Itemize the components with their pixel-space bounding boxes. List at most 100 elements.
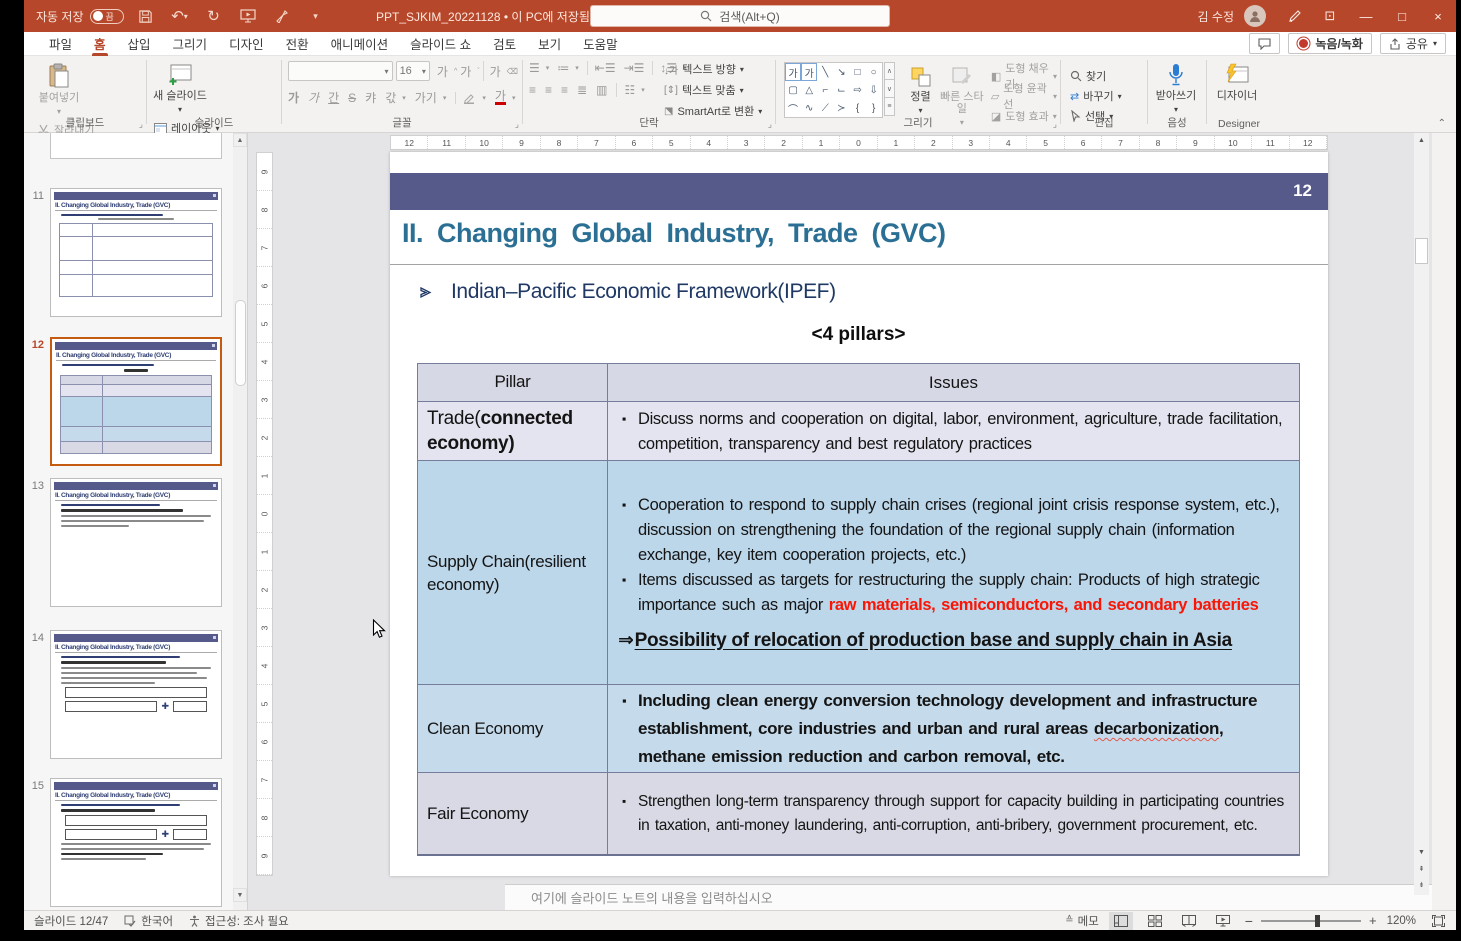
search-input[interactable]: 검색(Alt+Q) bbox=[590, 5, 890, 27]
paragraph-dialog-launcher[interactable]: ⌟ bbox=[768, 119, 772, 130]
table-row-1[interactable]: Supply Chain(resilient economy)Cooperati… bbox=[418, 460, 1299, 684]
shape-gallery-up[interactable]: ∧ bbox=[884, 62, 895, 80]
ribbon-tab-5[interactable]: 전환 bbox=[275, 32, 320, 56]
qat-customize-icon[interactable]: ▾ bbox=[304, 4, 328, 28]
slide-canvas[interactable]: 12 II. Changing Global Industry, Trade (… bbox=[390, 152, 1328, 876]
thumbnail-preview[interactable]: II. Changing Global Industry, Trade (GVC… bbox=[50, 778, 222, 907]
redo-icon[interactable]: ↻ bbox=[202, 4, 226, 28]
align-text-button[interactable]: [⇕]텍스트 맞춤▾ bbox=[661, 81, 765, 99]
clipboard-dialog-launcher[interactable]: ⌟ bbox=[139, 119, 143, 130]
italic-button[interactable]: 가 bbox=[308, 89, 319, 106]
ribbon-tab-1[interactable]: 홈 bbox=[83, 32, 117, 56]
paste-button[interactable]: 붙여넣기▾ bbox=[32, 59, 86, 116]
shape-gallery-item-7[interactable]: △ bbox=[801, 81, 817, 99]
shape-gallery-item-1[interactable]: 가 bbox=[801, 63, 817, 81]
maximize-button[interactable]: □ bbox=[1384, 0, 1420, 32]
scroll-up-button[interactable]: ▲ bbox=[1414, 133, 1429, 148]
normal-view-button[interactable] bbox=[1109, 912, 1133, 930]
font-color-button[interactable]: 가▾ bbox=[495, 91, 516, 105]
autosave-toggle[interactable]: 자동 저장 끔 bbox=[36, 8, 124, 25]
fit-to-window-button[interactable] bbox=[1426, 912, 1450, 930]
decrease-indent-button[interactable]: ⇤☰ bbox=[587, 61, 616, 75]
replace-button[interactable]: ⇄ 바꾸기▾ bbox=[1067, 87, 1125, 105]
underline-button[interactable]: 간 bbox=[328, 89, 339, 106]
ribbon-tab-4[interactable]: 디자인 bbox=[218, 32, 275, 56]
zoom-slider[interactable]: − + bbox=[1245, 913, 1377, 929]
zoom-level[interactable]: 120% bbox=[1387, 915, 1416, 927]
ribbon-tab-10[interactable]: 도움말 bbox=[572, 32, 629, 56]
thumbnail-preview[interactable]: II. Changing Global Industry, Trade (GVC… bbox=[50, 478, 222, 607]
pen-icon[interactable] bbox=[1276, 0, 1312, 32]
slide-header-bar[interactable]: 12 bbox=[390, 173, 1328, 210]
slide-indicator[interactable]: 슬라이드 12/47 bbox=[34, 913, 108, 929]
shape-gallery-item-3[interactable]: ↘ bbox=[833, 63, 849, 81]
user-name[interactable]: 김 수정 bbox=[1198, 8, 1234, 25]
align-left-button[interactable]: ≡ bbox=[529, 83, 536, 97]
notes-toggle-button[interactable]: ≙ 메모 bbox=[1065, 913, 1099, 929]
table-row-2[interactable]: Clean EconomyIncluding clean energy conv… bbox=[418, 684, 1299, 772]
thumbnail-scroll-thumb[interactable] bbox=[235, 300, 246, 386]
shape-gallery-item-0[interactable]: 가 bbox=[785, 63, 801, 81]
comment-button[interactable] bbox=[1249, 33, 1280, 54]
zoom-slider-thumb[interactable] bbox=[1315, 915, 1320, 927]
share-button[interactable]: 공유 ▾ bbox=[1380, 33, 1446, 54]
strikethrough-button[interactable]: S bbox=[348, 91, 356, 105]
thumbnail-scroll-down[interactable]: ▼ bbox=[233, 888, 247, 902]
shape-gallery-item-5[interactable]: ○ bbox=[866, 63, 882, 81]
format-painter-icon[interactable] bbox=[270, 4, 294, 28]
ribbon-tab-7[interactable]: 슬라이드 쇼 bbox=[399, 32, 482, 56]
dictate-button[interactable]: 받아쓰기▾ bbox=[1148, 59, 1204, 114]
text-shadow-button[interactable]: 캬 bbox=[365, 89, 376, 106]
bold-button[interactable]: 가 bbox=[288, 89, 299, 106]
document-title[interactable]: PPT_SJKIM_20221128 • 이 PC에 저장됨 ▾ bbox=[376, 0, 600, 32]
table-row-3[interactable]: Fair EconomyStrengthen long-term transpa… bbox=[418, 772, 1299, 854]
designer-button[interactable]: 디자이너 bbox=[1207, 59, 1267, 102]
text-direction-button[interactable]: ↓가텍스트 방향▾ bbox=[661, 60, 765, 78]
ribbon-tab-3[interactable]: 그리기 bbox=[162, 32, 219, 56]
minimize-button[interactable]: — bbox=[1348, 0, 1384, 32]
notes-pane[interactable]: 여기에 슬라이드 노트의 내용을 입력하십시오 bbox=[505, 884, 1432, 910]
scroll-thumb[interactable] bbox=[1415, 238, 1428, 264]
reading-view-button[interactable] bbox=[1177, 912, 1201, 930]
thumbnail-preview[interactable]: II. Changing Global Industry, Trade (GVC… bbox=[50, 337, 222, 466]
align-right-button[interactable]: ≡ bbox=[561, 83, 568, 97]
slide-title[interactable]: II. Changing Global Industry, Trade (GVC… bbox=[402, 218, 946, 249]
next-slide-button[interactable]: ⇟ bbox=[1414, 877, 1429, 892]
numbering-button[interactable]: ≔▾ bbox=[557, 61, 579, 75]
character-spacing-button[interactable]: 갃▾ bbox=[385, 89, 406, 106]
zoom-out-button[interactable]: − bbox=[1245, 913, 1253, 929]
thumbnail-preview[interactable]: II. Changing Global Industry, Trade (GVC… bbox=[50, 630, 222, 759]
language-button[interactable]: 한국어 bbox=[124, 913, 173, 929]
highlight-color-button[interactable]: ▾ bbox=[455, 92, 486, 104]
thumbnail-scrollbar[interactable]: ▲ ▼ bbox=[233, 133, 247, 910]
increase-indent-button[interactable]: ⇥☰ bbox=[624, 61, 645, 75]
shape-gallery-item-4[interactable]: □ bbox=[849, 63, 865, 81]
ribbon-tab-9[interactable]: 보기 bbox=[527, 32, 572, 56]
ribbon-tab-6[interactable]: 애니메이션 bbox=[320, 32, 400, 56]
ribbon-tab-2[interactable]: 삽입 bbox=[117, 32, 162, 56]
shrink-font-button[interactable]: 가ˇ bbox=[460, 61, 479, 81]
accessibility-button[interactable]: 접근성: 조사 필요 bbox=[189, 913, 289, 929]
thumbnail-partial-previous[interactable] bbox=[50, 133, 222, 159]
slide-scrollbar[interactable]: ▲ ▼ ⇞ ⇟ bbox=[1414, 133, 1429, 895]
justify-button[interactable]: ≣ bbox=[577, 83, 587, 97]
close-button[interactable]: × bbox=[1420, 0, 1456, 32]
grow-font-button[interactable]: 가^ bbox=[437, 61, 457, 81]
record-button[interactable]: 녹음/녹화 bbox=[1288, 33, 1372, 54]
shape-gallery-item-10[interactable]: ⇨ bbox=[849, 81, 865, 99]
slideshow-view-button[interactable] bbox=[1211, 912, 1235, 930]
ribbon-display-options-icon[interactable]: ⊡ bbox=[1312, 0, 1348, 32]
shape-gallery-item-11[interactable]: ⇩ bbox=[866, 81, 882, 99]
pillars-table[interactable]: PillarIssuesTrade(connected economy)Disc… bbox=[417, 363, 1300, 856]
thumbnail-preview[interactable]: II. Changing Global Industry, Trade (GVC… bbox=[50, 188, 222, 317]
start-slideshow-icon[interactable] bbox=[236, 4, 260, 28]
save-icon[interactable] bbox=[134, 4, 158, 28]
thumbnail-scroll-up[interactable]: ▲ bbox=[233, 133, 247, 147]
drawing-dialog-launcher[interactable]: ⌟ bbox=[1053, 119, 1057, 130]
shape-outline-button[interactable]: ▱도형 윤곽선▾ bbox=[988, 87, 1060, 105]
shape-gallery-more[interactable]: ≡ bbox=[884, 98, 895, 116]
add-remove-columns-button[interactable]: ☷▾ bbox=[616, 83, 644, 97]
slide-subtitle[interactable]: Indian–Pacific Economic Framework(IPEF) bbox=[420, 280, 836, 304]
columns-button[interactable]: ▥ bbox=[596, 83, 607, 97]
shape-gallery-item-9[interactable]: ⌙ bbox=[833, 81, 849, 99]
